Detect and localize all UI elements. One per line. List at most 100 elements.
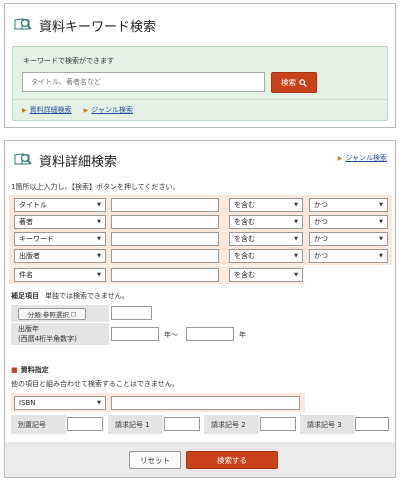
genre-search-link[interactable]: ▶ ジャンル検索 [84, 105, 133, 115]
detail-panel-title-text: 資料詳細検索 [39, 155, 118, 170]
call-number-1-label: 請求記号 1 [108, 415, 163, 434]
logic-select-1[interactable]: かつ ▼ [309, 198, 388, 212]
chevron-down-icon: ▼ [379, 253, 383, 259]
logic-select-4-value: かつ [314, 252, 328, 260]
match-select-1[interactable]: を含む ▼ [229, 198, 303, 212]
classification-select-button[interactable]: 分類:参照選択 ◻ [18, 307, 86, 320]
call-number-1-input[interactable] [164, 417, 200, 431]
chevron-down-icon: ▼ [294, 272, 298, 278]
field-input-5[interactable] [111, 268, 219, 282]
logic-select-3[interactable]: かつ ▼ [309, 232, 388, 246]
match-select-3-value: を含む [234, 235, 255, 243]
field-select-2[interactable]: 著者 ▼ [14, 215, 106, 229]
search-icon [299, 78, 307, 87]
keyword-panel-title: 資料キーワード検索 [14, 16, 156, 35]
call-number-2-input[interactable] [260, 417, 296, 431]
chevron-down-icon: ▼ [97, 202, 101, 208]
match-select-5-value: を含む [234, 271, 255, 279]
chevron-down-icon: ▼ [97, 219, 101, 225]
match-select-4[interactable]: を含む ▼ [229, 249, 303, 263]
chevron-down-icon: ▼ [294, 253, 298, 259]
field-select-3[interactable]: キーワード ▼ [14, 232, 106, 246]
field-input-4[interactable] [111, 249, 219, 263]
material-note: 他の項目と組み合わせて検索することはできません。 [11, 380, 179, 388]
classification-input[interactable] [111, 306, 152, 320]
call-number-2-label: 請求記号 2 [204, 415, 259, 434]
supplement-heading: 補足項目 単独では検索できません。 [11, 291, 129, 301]
chevron-down-icon: ▼ [97, 236, 101, 242]
triangle-right-icon: ▶ [337, 155, 343, 162]
keyword-search-box: キーワードで検索ができます 検索 ▶資料詳細検索 ▶ジャンル検索 [12, 46, 388, 121]
year-from-suffix: 年〜 [164, 331, 178, 339]
keyword-search-button-label: 検索 [281, 78, 296, 87]
chevron-down-icon: ▼ [379, 236, 383, 242]
year-to-suffix: 年 [239, 331, 246, 339]
material-id-select[interactable]: ISBN ▼ [14, 396, 106, 410]
chevron-down-icon: ▼ [294, 219, 298, 225]
publication-year-label: 出版年 (西暦4桁半角数字) [11, 323, 109, 345]
field-select-5-value: 件名 [19, 271, 33, 279]
publication-year-label-2: (西暦4桁半角数字) [18, 335, 77, 343]
divider [13, 99, 387, 100]
separate-shelf-label: 別置記号 [11, 415, 66, 434]
keyword-input[interactable] [22, 72, 265, 92]
chevron-down-icon: ▼ [379, 219, 383, 225]
triangle-right-icon: ▶ [22, 107, 27, 114]
field-select-1-value: タイトル [19, 201, 47, 209]
detail-search-link[interactable]: ▶ 資料詳細検索 [22, 105, 72, 115]
logic-select-3-value: かつ [314, 235, 328, 243]
logic-select-2[interactable]: かつ ▼ [309, 215, 388, 229]
match-select-4-value: を含む [234, 252, 255, 260]
field-select-2-value: 著者 [19, 218, 33, 226]
chevron-down-icon: ▼ [294, 202, 298, 208]
keyword-search-panel: 資料キーワード検索 キーワードで検索ができます 検索 ▶資料詳細検索 ▶ジャンル… [4, 3, 396, 128]
keyword-panel-title-text: 資料キーワード検索 [39, 20, 157, 35]
publication-year-label-1: 出版年 [18, 325, 39, 333]
genre-search-link-label: ジャンル検索 [91, 106, 133, 114]
material-id-select-value: ISBN [19, 399, 36, 407]
chevron-down-icon: ▼ [97, 400, 101, 406]
match-select-1-value: を含む [234, 201, 255, 209]
field-select-1[interactable]: タイトル ▼ [14, 198, 106, 212]
field-select-4[interactable]: 出版者 ▼ [14, 249, 106, 263]
popup-icon: ◻ [70, 309, 77, 318]
keyword-hint: キーワードで検索ができます [23, 57, 114, 65]
keyword-links: ▶ 資料詳細検索 ▶ ジャンル検索 [22, 105, 133, 115]
call-number-3-input[interactable] [355, 417, 389, 431]
triangle-right-icon: ▶ [83, 107, 89, 114]
genre-search-link-top[interactable]: ▶ ジャンル検索 [338, 153, 387, 163]
field-input-2[interactable] [111, 215, 219, 229]
detail-search-panel: 資料詳細検索 ▶ ジャンル検索 1箇所以上入力し、【検索】ボタンを押してください。… [4, 140, 396, 478]
chevron-down-icon: ▼ [294, 236, 298, 242]
call-number-3-label: 請求記号 3 [300, 415, 355, 434]
submit-search-button[interactable]: 検索する [186, 451, 278, 469]
material-id-input[interactable] [111, 396, 300, 410]
square-bullet-icon: ■ [11, 366, 18, 374]
match-select-5[interactable]: を含む ▼ [229, 268, 303, 282]
match-select-2-value: を含む [234, 218, 255, 226]
field-input-1[interactable] [111, 198, 219, 212]
separate-shelf-input[interactable] [67, 417, 103, 431]
logic-select-4[interactable]: かつ ▼ [309, 249, 388, 263]
classification-select-label: 分類:参照選択 [27, 310, 69, 319]
chevron-down-icon: ▼ [379, 202, 383, 208]
logic-select-2-value: かつ [314, 218, 328, 226]
keyword-search-button[interactable]: 検索 [271, 72, 317, 93]
field-input-3[interactable] [111, 232, 219, 246]
magnifier-book-icon [14, 17, 33, 34]
detail-search-link-label: 資料詳細検索 [29, 106, 72, 114]
instruction-text: 1箇所以上入力し、【検索】ボタンを押してください。 [11, 183, 180, 191]
form-footer: リセット 検索する [5, 442, 395, 477]
material-heading: ■ 資料指定 [11, 365, 49, 375]
supplement-heading-text: 補足項目 [11, 292, 39, 300]
year-to-input[interactable] [186, 327, 234, 341]
year-from-input[interactable] [111, 327, 159, 341]
reset-button[interactable]: リセット [129, 451, 181, 469]
match-select-2[interactable]: を含む ▼ [229, 215, 303, 229]
material-heading-text: 資料指定 [20, 366, 49, 374]
match-select-3[interactable]: を含む ▼ [229, 232, 303, 246]
logic-select-1-value: かつ [314, 201, 328, 209]
field-select-3-value: キーワード [19, 235, 54, 243]
magnifier-book-icon [14, 152, 33, 169]
field-select-5[interactable]: 件名 ▼ [14, 268, 106, 282]
